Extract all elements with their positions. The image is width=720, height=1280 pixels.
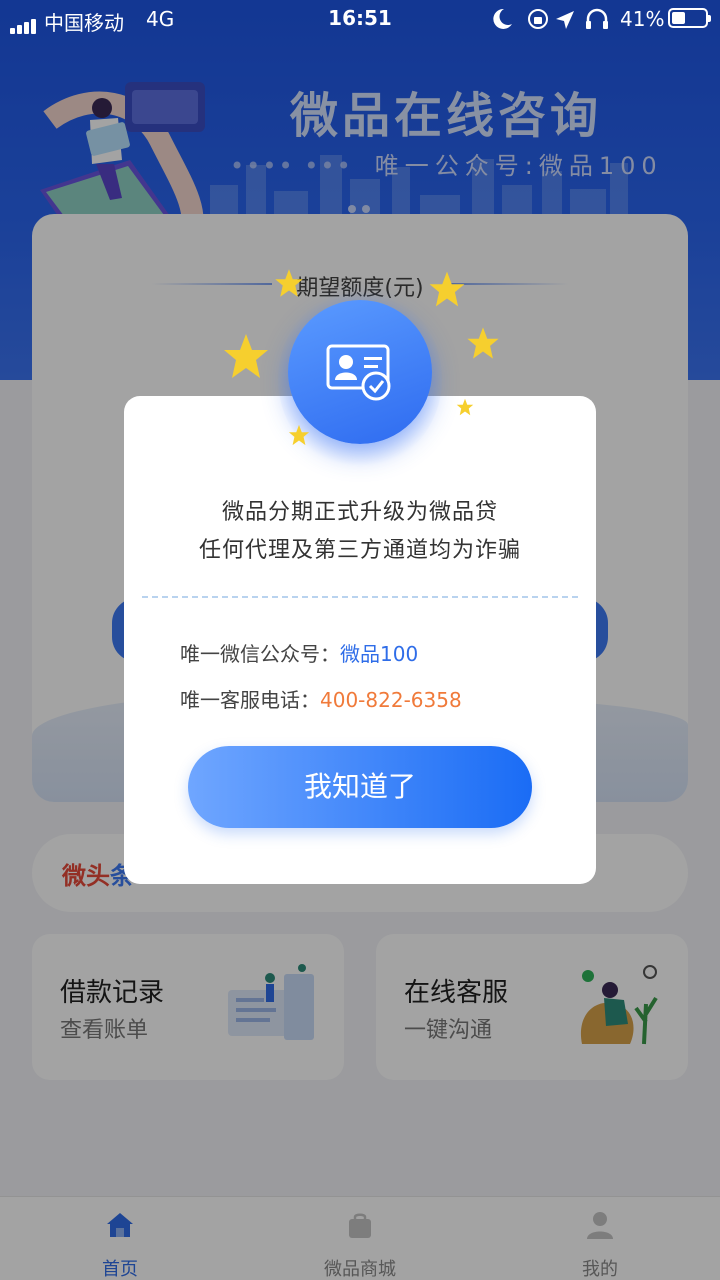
star-icon xyxy=(467,327,499,359)
headphones-icon xyxy=(586,8,608,29)
status-bar: 中国移动 4G 16:51 41% xyxy=(0,0,720,38)
clock: 16:51 xyxy=(328,6,392,30)
announcement-line-2: 任何代理及第三方通道均为诈骗 xyxy=(198,538,521,563)
star-icon xyxy=(275,269,303,297)
service-phone-label: 唯一客服电话： xyxy=(180,688,320,712)
wechat-account-row: 唯一微信公众号：微品100 xyxy=(180,638,418,667)
battery-icon xyxy=(668,8,711,28)
wechat-account-value[interactable]: 微品100 xyxy=(340,642,418,666)
acknowledge-button[interactable]: 我知道了 xyxy=(188,746,532,828)
dashed-divider xyxy=(142,596,578,598)
battery-percent: 41% xyxy=(620,7,665,31)
wechat-account-label: 唯一微信公众号： xyxy=(180,642,340,666)
star-icon xyxy=(288,424,310,446)
star-icon xyxy=(429,271,465,307)
star-icon xyxy=(456,398,474,416)
star-icon xyxy=(224,334,268,378)
announcement-line-1: 微品分期正式升级为微品贷 xyxy=(221,500,498,525)
location-arrow-icon xyxy=(556,11,574,29)
verified-badge xyxy=(288,300,432,444)
moon-icon xyxy=(493,8,512,29)
status-icons xyxy=(493,8,608,29)
rotation-lock-icon xyxy=(528,9,548,29)
announcement-dialog: 微品分期正式升级为微品贷 任何代理及第三方通道均为诈骗 唯一微信公众号：微品10… xyxy=(124,396,596,884)
service-phone-row: 唯一客服电话：400-822-6358 xyxy=(180,684,462,713)
service-phone-value[interactable]: 400-822-6358 xyxy=(320,688,462,712)
id-card-check-icon xyxy=(326,344,391,401)
